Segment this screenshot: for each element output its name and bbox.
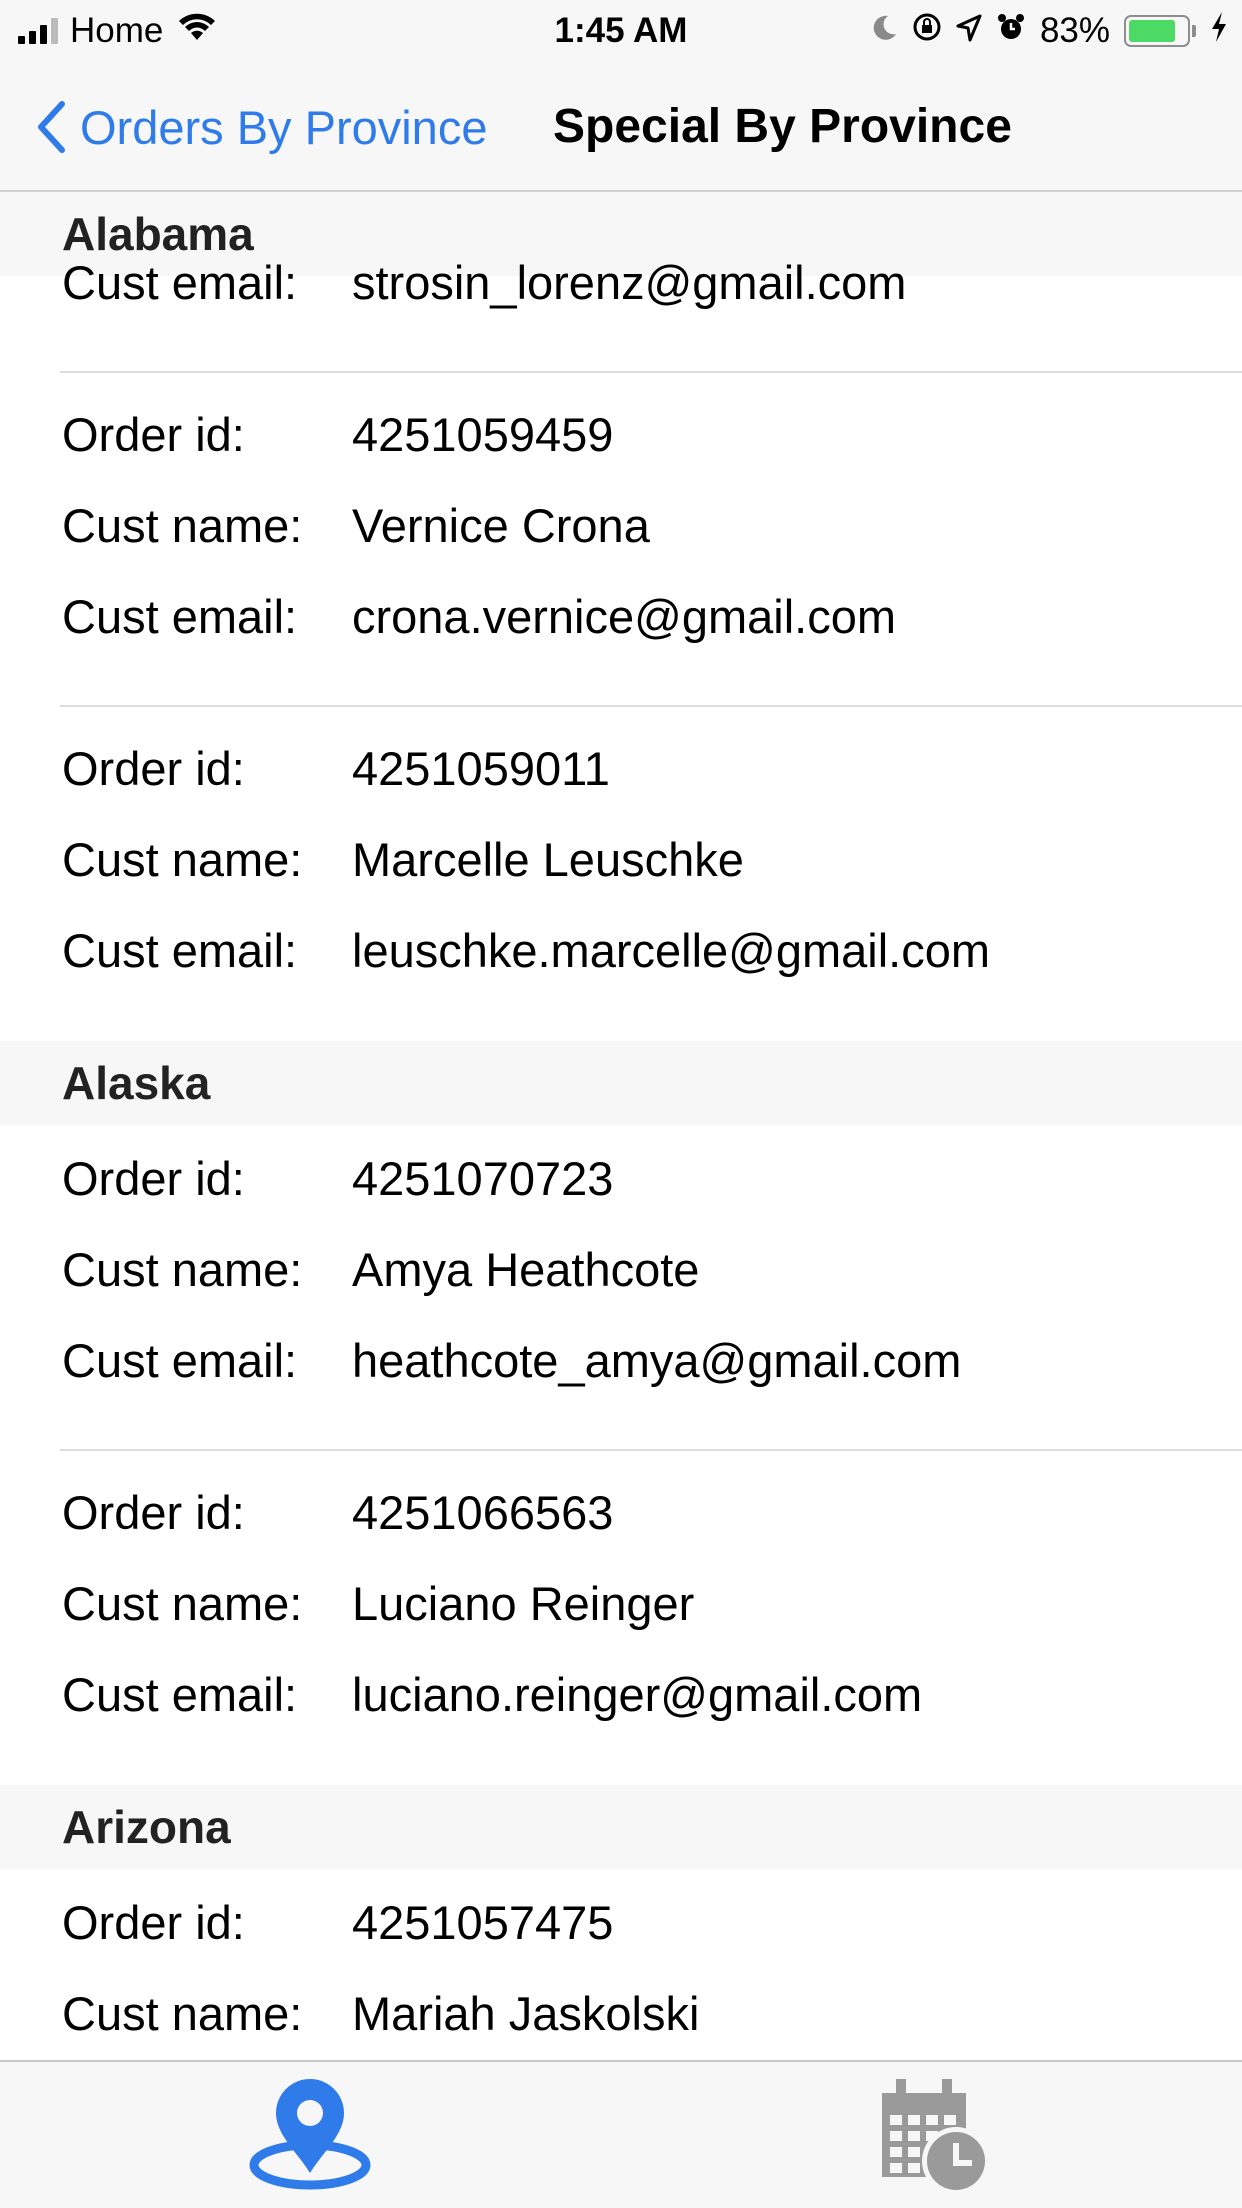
list-item[interactable]: Order id: 4251059011 Cust name: Marcelle… [0, 707, 1242, 1041]
cust-name-label: Cust name: [62, 1987, 303, 2040]
status-right: 83% [872, 10, 1228, 52]
battery-percent: 83% [1039, 11, 1110, 50]
orders-list[interactable]: Alabama Cust email: strosin_lorenz@gmail… [0, 192, 1242, 2060]
calendar-clock-icon [882, 2079, 990, 2195]
list-item[interactable]: Order id: 4251057475 Cust name: Mariah J… [0, 1869, 1242, 2059]
section-header-alaska: Alaska [0, 1041, 1242, 1125]
list-item[interactable]: Order id: 4251070723 Cust name: Amya Hea… [0, 1125, 1242, 1449]
cust-name-label: Cust name: [62, 1243, 303, 1296]
section-header-arizona: Arizona [0, 1785, 1242, 1869]
moon-icon [872, 11, 898, 51]
cust-email-value: heathcote_amya@gmail.com [352, 1334, 962, 1387]
cust-email-label: Cust email: [62, 256, 298, 309]
order-id-label: Order id: [62, 742, 245, 795]
cust-email-label: Cust email: [62, 590, 298, 643]
cust-name-value: Luciano Reinger [352, 1577, 695, 1630]
status-bar: Home 1:45 AM 83% [0, 0, 1242, 62]
tab-schedule[interactable] [860, 2062, 1000, 2208]
cust-email-label: Cust email: [62, 1334, 298, 1387]
orientation-lock-icon [912, 11, 942, 51]
cust-email-label: Cust email: [62, 1668, 298, 1721]
charging-icon [1210, 11, 1228, 52]
cust-name-label: Cust name: [62, 833, 303, 886]
tab-bar [0, 2060, 1242, 2208]
list-item[interactable]: Order id: 4251059459 Cust name: Vernice … [0, 373, 1242, 705]
cust-name-value: Amya Heathcote [352, 1243, 700, 1296]
cust-name-value: Vernice Crona [352, 499, 650, 552]
tab-provinces[interactable] [240, 2062, 380, 2208]
order-id-value: 4251059459 [352, 408, 614, 461]
cust-email-value: crona.vernice@gmail.com [352, 590, 897, 643]
list-item[interactable]: Order id: 4251066563 Cust name: Luciano … [0, 1451, 1242, 1785]
back-button-label: Orders By Province [80, 100, 488, 154]
cust-email-label: Cust email: [62, 924, 298, 977]
location-pin-icon [249, 2079, 371, 2190]
cust-name-label: Cust name: [62, 1577, 303, 1630]
alarm-icon [996, 11, 1026, 51]
order-id-value: 4251059011 [352, 742, 610, 795]
cust-email-value: strosin_lorenz@gmail.com [352, 256, 907, 309]
chevron-left-icon [38, 101, 65, 153]
cust-name-value: Mariah Jaskolski [352, 1987, 700, 2040]
cust-name-label: Cust name: [62, 499, 303, 552]
order-id-value: 4251070723 [352, 1152, 614, 1205]
cust-email-value: leuschke.marcelle@gmail.com [352, 924, 991, 977]
back-button[interactable]: Orders By Province [36, 92, 487, 162]
order-id-value: 4251057475 [352, 1896, 614, 1949]
cust-email-value: luciano.reinger@gmail.com [352, 1668, 923, 1721]
location-icon [956, 11, 982, 51]
page-title: Special By Province [553, 100, 1012, 153]
order-id-value: 4251066563 [352, 1486, 614, 1539]
order-id-label: Order id: [62, 1152, 245, 1205]
order-id-label: Order id: [62, 408, 245, 461]
battery-icon [1124, 15, 1196, 47]
order-id-label: Order id: [62, 1486, 245, 1539]
navigation-bar: Orders By Province Special By Province [0, 62, 1242, 192]
cust-name-value: Marcelle Leuschke [352, 833, 744, 886]
list-item[interactable]: Cust email: strosin_lorenz@gmail.com [0, 237, 1242, 371]
order-id-label: Order id: [62, 1896, 245, 1949]
